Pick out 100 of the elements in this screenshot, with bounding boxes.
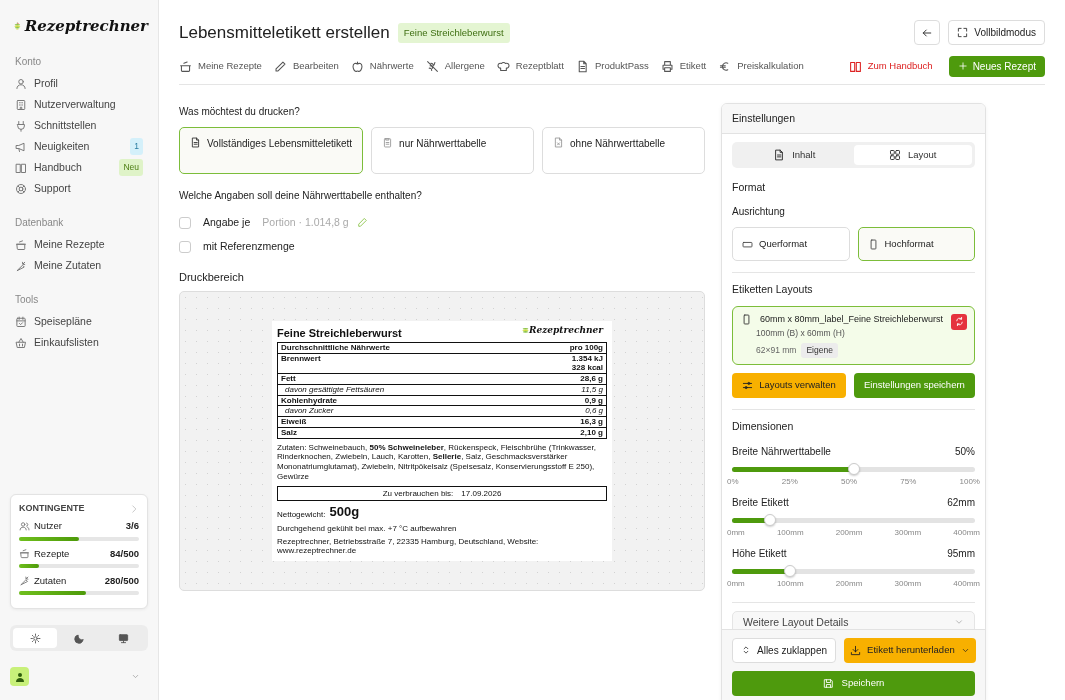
print-option[interactable]: Vollständiges Lebensmitteletikett: [179, 126, 364, 174]
avatar[interactable]: [10, 667, 29, 686]
users-icon: [19, 520, 30, 532]
section-heading: Tools: [15, 293, 40, 307]
checkbox[interactable]: [179, 216, 191, 229]
printer-icon: [660, 59, 674, 73]
slider-tick: 100mm: [776, 577, 804, 590]
settings-tab[interactable]: Layout: [853, 145, 972, 166]
orientation-option[interactable]: Querformat: [732, 227, 850, 261]
ingredients-text: Zutaten: Schweinebauch, 50% Schweineleber, Rückenspeck, Fleischbrühe (Trinkwasser, Rinderknochen, Zwiebeln, Lauch, Karotten, Sellerie, Salz, Geschmacksverstärker Mononatriumglutamat), Zwiebeln, Nitritpökelsalz (Speisesalz, Konservierungsstoff E 250), Gewürze: [277, 442, 597, 482]
quota-value: 280/500: [104, 573, 139, 588]
nutrient-value: 11,5 g: [581, 384, 603, 395]
label-title: Feine Streichleberwurst: [277, 326, 402, 340]
slider-reading: 95mm: [947, 546, 975, 561]
slider-thumb[interactable]: [763, 513, 776, 526]
panel-title: Einstellungen: [722, 103, 985, 135]
best-before-date: 17.09.2026: [461, 488, 502, 499]
slider-tick: 400mm: [953, 526, 980, 539]
layout-name: 60mm x 80mm_label_Feine Streichleberwurst: [760, 312, 944, 326]
field-label: Ausrichtung: [732, 205, 786, 219]
nav-tab[interactable]: Preiskalkulation: [718, 58, 804, 74]
sidebar-item[interactable]: Einkaufslisten: [10, 332, 148, 353]
question-text: Was möchtest du drucken?: [179, 104, 301, 119]
sidebar-item[interactable]: Profil: [10, 73, 148, 94]
sun-icon: [29, 632, 41, 644]
slider-tick: 400mm: [953, 577, 980, 590]
pot-icon: [179, 59, 192, 73]
nav-tab[interactable]: Meine Rezepte: [179, 58, 262, 74]
nav-tab[interactable]: ProduktPass: [575, 58, 649, 74]
logo-text: Rezeptrechner: [24, 15, 148, 37]
slider-label: Höhe Etikett: [732, 546, 787, 561]
collapse-all-button[interactable]: Alles zuklappen: [732, 637, 837, 663]
storage-text: Durchgehend gekühlt bei max. +7 °C aufbewahren: [277, 523, 458, 534]
sidebar-item[interactable]: Handbuch Neu: [10, 157, 148, 178]
sidebar-item[interactable]: Meine Rezepte: [10, 234, 148, 255]
theme-option[interactable]: [13, 628, 57, 648]
download-icon: [850, 644, 862, 656]
slider-tick: 25%: [781, 475, 798, 488]
slider-label: Breite Etikett: [732, 495, 789, 510]
nav-tab[interactable]: Rezeptblatt: [496, 58, 564, 74]
plug-icon: [15, 119, 27, 132]
slider-thumb[interactable]: [783, 564, 796, 577]
save-button[interactable]: Speichern: [732, 670, 975, 696]
quota-label: Zutaten: [34, 573, 67, 588]
address-text: Rezeptrechner, Betriebsstraße 7, 22335 Hamburg, Deutschland, Website: www.rezeptrechner.de: [277, 536, 540, 556]
nav-tab[interactable]: Etikett: [660, 58, 707, 74]
nutrient-name: Fett: [281, 374, 296, 384]
nutrient-value: 328 kcal: [571, 363, 603, 374]
slider-tick: 100mm: [776, 526, 804, 539]
save-settings-button[interactable]: Einstellungen speichern: [853, 372, 975, 398]
nutrient-name: Eiweiß: [281, 417, 307, 427]
allergen-icon: [425, 59, 439, 73]
sync-button[interactable]: [951, 313, 967, 330]
save-icon: [822, 677, 834, 689]
new-badge: Neu: [119, 159, 143, 176]
accordion-header[interactable]: Weitere Layout Details: [732, 610, 975, 629]
chevron-right-icon: [129, 503, 139, 514]
fullscreen-button[interactable]: Vollbildmodus: [948, 20, 1045, 46]
sidebar-item[interactable]: Schnittstellen: [10, 115, 148, 136]
expand-icon: [957, 27, 969, 39]
download-label-button[interactable]: Etikett herunterladen: [844, 637, 976, 663]
print-option[interactable]: nur Nährwerttabelle: [371, 126, 535, 174]
nav-tab[interactable]: Allergene: [425, 58, 485, 74]
orientation-option[interactable]: Hochformat: [857, 227, 975, 261]
layout-card[interactable]: 60mm x 80mm_label_Feine Streichleberwurst 100mm (B) x 60mm (H) 62×91 mm Eigene: [732, 305, 975, 365]
section-title: Dimensionen: [732, 418, 795, 434]
print-option[interactable]: ohne Nährwerttabelle: [542, 126, 705, 174]
back-button[interactable]: [914, 20, 941, 46]
slider-thumb[interactable]: [847, 462, 860, 475]
sidebar-item[interactable]: Support: [10, 178, 148, 199]
nav-tab[interactable]: Bearbeiten: [273, 58, 339, 74]
sidebar-item[interactable]: Speisepläne: [10, 311, 148, 332]
slider-tick: 50%: [841, 475, 858, 488]
quota-value: 3/6: [125, 519, 139, 534]
layout-size: 100mm (B) x 60mm (H): [756, 327, 846, 340]
checkbox[interactable]: [179, 240, 191, 253]
nutrient-name: davon gesättigte Fettsäuren: [285, 384, 385, 395]
slider-tick: 300mm: [894, 526, 922, 539]
grid-icon: [889, 149, 901, 162]
sidebar-item[interactable]: Neuigkeiten 1: [10, 136, 148, 157]
sidebar-item[interactable]: Nutzerverwaltung: [10, 94, 148, 115]
section-title: Format: [732, 180, 767, 196]
monitor-icon: [117, 632, 129, 644]
net-weight: 500g: [329, 505, 360, 520]
label-brand: Rezeptrechner: [529, 325, 603, 336]
sidebar-item[interactable]: Meine Zutaten: [10, 255, 148, 276]
carrot-icon: [15, 259, 27, 272]
manage-layouts-button[interactable]: Layouts verwalten: [732, 372, 846, 398]
quota-label: Nutzer: [34, 519, 62, 534]
nutrient-name: Brennwert: [281, 353, 321, 365]
handbook-link[interactable]: Zum Handbuch: [848, 58, 933, 74]
document-icon: [773, 149, 786, 162]
section-heading: Konto: [15, 55, 43, 69]
pencil-icon: [273, 59, 287, 73]
checkbox-label: mit Referenzmenge: [203, 238, 295, 254]
chef-hat-icon: [496, 59, 510, 73]
nav-tab[interactable]: Nährwerte: [350, 58, 414, 74]
settings-tab[interactable]: Inhalt: [735, 145, 854, 166]
new-recipe-button[interactable]: Neues Rezept: [948, 55, 1045, 77]
slider-tick: 75%: [900, 475, 917, 488]
